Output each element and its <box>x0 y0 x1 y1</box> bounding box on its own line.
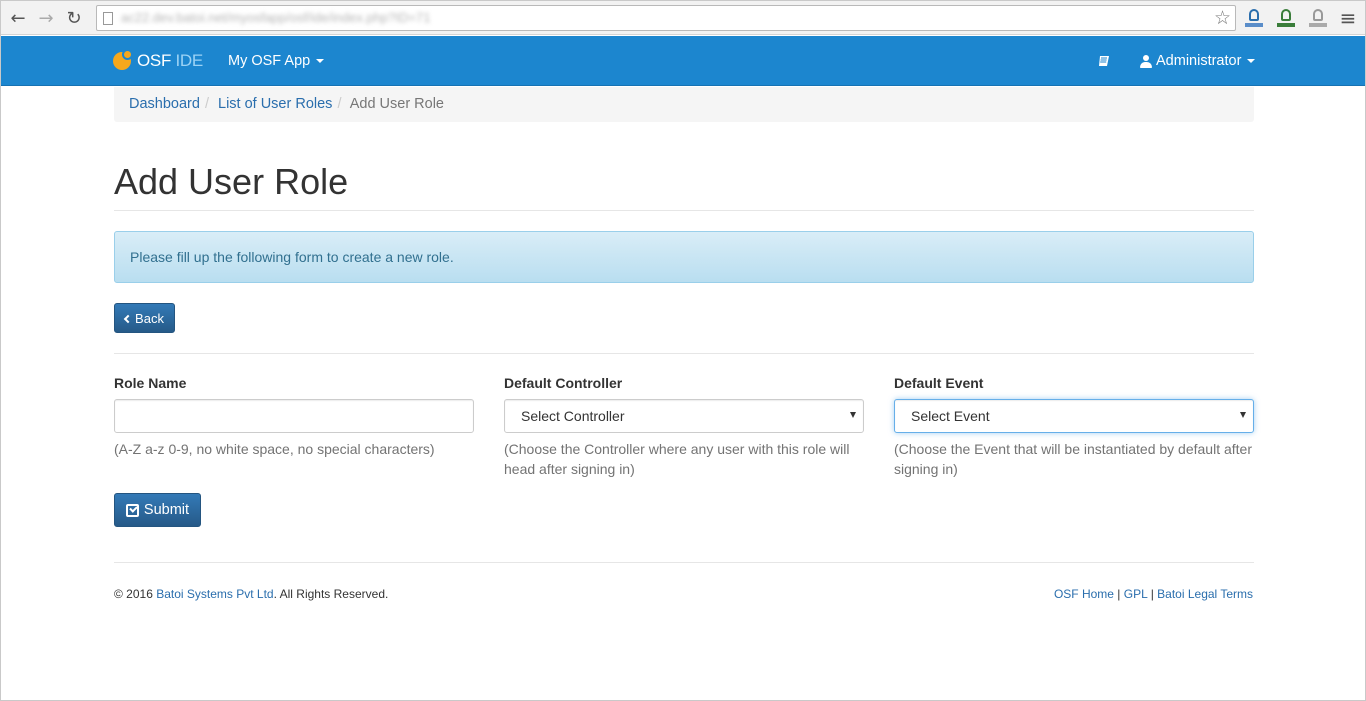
caret-down-icon <box>316 59 325 64</box>
default-event-group: Default Event Select Event (Choose the E… <box>894 375 1254 479</box>
role-name-label: Role Name <box>114 375 187 391</box>
footer-links: OSF Home | GPL | Batoi Legal Terms <box>1054 587 1253 601</box>
extension-icon[interactable] <box>1244 7 1264 27</box>
app-menu-label: My OSF App <box>228 53 311 69</box>
divider <box>114 210 1254 211</box>
breadcrumb-current: Add User Role <box>349 96 444 112</box>
brand-logo-link[interactable]: OSF IDE <box>113 49 203 71</box>
default-event-select[interactable]: Select Event <box>894 399 1254 433</box>
extension-icon[interactable] <box>1308 7 1328 27</box>
osf-logo-icon <box>113 49 133 70</box>
reload-icon[interactable]: ↻ <box>63 7 85 29</box>
breadcrumb-separator: / <box>337 96 342 112</box>
app-menu-dropdown[interactable]: My OSF App <box>228 53 325 69</box>
page-title: Add User Role <box>114 161 349 202</box>
footer-link-gpl[interactable]: GPL <box>1124 587 1148 601</box>
extension-icon[interactable] <box>1276 7 1296 27</box>
address-bar[interactable]: ac22.dev.batoi.net/myosfapp/osf/ide/inde… <box>96 5 1236 31</box>
role-name-help: (A-Z a-z 0-9, no white space, no special… <box>114 441 435 457</box>
default-event-help: (Choose the Event that will be instantia… <box>894 441 1252 477</box>
admin-user-dropdown[interactable]: Administrator <box>1140 53 1256 69</box>
divider <box>114 353 1254 354</box>
check-square-icon <box>125 503 139 517</box>
user-icon <box>1140 54 1152 68</box>
footer-link-osf-home[interactable]: OSF Home <box>1054 587 1114 601</box>
forward-arrow-icon[interactable]: → <box>35 7 57 29</box>
default-controller-help: (Choose the Controller where any user wi… <box>504 441 850 477</box>
admin-label: Administrator <box>1156 53 1242 69</box>
default-controller-group: Default Controller Select Controller (Ch… <box>504 375 864 479</box>
dropdown-arrow-icon <box>1240 412 1246 418</box>
footer-separator: | <box>1150 587 1154 601</box>
info-alert: Please fill up the following form to cre… <box>114 231 1254 283</box>
bookmark-star-icon[interactable]: ☆ <box>1214 7 1231 29</box>
back-button[interactable]: Back <box>114 303 175 333</box>
footer-link-legal-terms[interactable]: Batoi Legal Terms <box>1157 587 1253 601</box>
caret-down-icon <box>1247 59 1256 63</box>
back-button-label: Back <box>135 310 164 326</box>
default-event-selected: Select Event <box>911 408 990 424</box>
default-controller-selected: Select Controller <box>521 408 625 424</box>
footer-company-link[interactable]: Batoi Systems Pvt Ltd <box>156 587 273 601</box>
dropdown-arrow-icon <box>850 412 856 418</box>
role-name-group: Role Name (A-Z a-z 0-9, no white space, … <box>114 375 474 459</box>
brand-name: OSF IDE <box>137 51 203 70</box>
book-icon[interactable] <box>1098 55 1110 67</box>
menu-icon[interactable]: ≡ <box>1337 6 1359 30</box>
breadcrumb-separator: / <box>204 96 209 112</box>
default-event-label: Default Event <box>894 375 984 391</box>
breadcrumb-dashboard[interactable]: Dashboard <box>129 96 200 112</box>
footer-copyright: © 2016 Batoi Systems Pvt Ltd. All Rights… <box>114 587 389 601</box>
breadcrumb-list-of-user-roles[interactable]: List of User Roles <box>218 96 332 112</box>
default-controller-label: Default Controller <box>504 375 623 391</box>
chevron-left-icon <box>123 314 133 323</box>
back-arrow-icon[interactable]: ← <box>7 7 29 29</box>
footer-separator: | <box>1117 587 1121 601</box>
divider <box>114 562 1254 563</box>
submit-button[interactable]: Submit <box>114 493 201 527</box>
submit-button-label: Submit <box>143 502 190 518</box>
breadcrumb: Dashboard / List of User Roles / Add User … <box>114 87 1254 122</box>
top-navbar: OSF IDE My OSF App Administrator <box>1 36 1365 86</box>
default-controller-select[interactable]: Select Controller <box>504 399 864 433</box>
browser-toolbar: ← → ↻ ac22.dev.batoi.net/myosfapp/osf/id… <box>1 1 1365 35</box>
page-icon <box>103 12 113 25</box>
role-name-input[interactable] <box>114 399 474 433</box>
address-url[interactable]: ac22.dev.batoi.net/myosfapp/osf/ide/inde… <box>121 10 430 25</box>
